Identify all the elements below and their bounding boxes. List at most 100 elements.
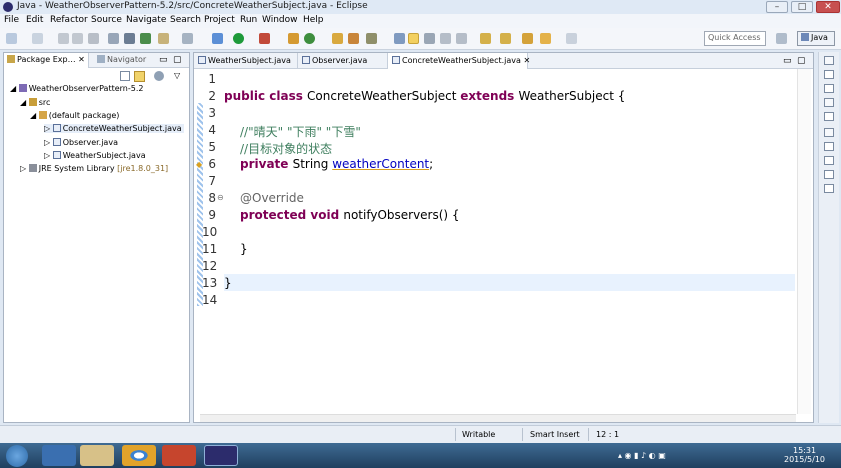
minimize-view-icon[interactable]: ▭ bbox=[783, 56, 792, 66]
file-explorer-icon[interactable] bbox=[80, 445, 114, 466]
menu-navigate[interactable]: Navigate bbox=[126, 15, 166, 25]
task-list-icon[interactable] bbox=[824, 70, 834, 79]
tree-item-default-package[interactable]: ◢ (default package) bbox=[30, 111, 119, 120]
menu-refactor[interactable]: Refactor bbox=[50, 15, 88, 25]
view-menu-icon[interactable]: ▽ bbox=[174, 71, 180, 80]
quick-access-input[interactable]: Quick Access bbox=[704, 31, 766, 46]
java-file-icon bbox=[302, 56, 310, 64]
link-with-editor-icon[interactable] bbox=[134, 71, 145, 82]
collapse-arrow-icon[interactable]: ▷ bbox=[44, 138, 50, 147]
new-class-icon[interactable] bbox=[304, 33, 315, 44]
menu-search[interactable]: Search bbox=[170, 15, 201, 25]
back-icon[interactable] bbox=[540, 33, 551, 44]
restore-icon[interactable] bbox=[824, 56, 834, 65]
tree-item-concrete-weather-subject[interactable]: ▷ ConcreteWeatherSubject.java bbox=[44, 124, 184, 133]
new-wizard-icon[interactable] bbox=[32, 33, 43, 44]
tray-icons[interactable]: ▴ ◉ ▮ ♪ ◐ ▣ bbox=[618, 451, 666, 460]
menu-source[interactable]: Source bbox=[91, 15, 122, 25]
next-annotation-icon[interactable] bbox=[480, 33, 491, 44]
new-java-project-icon[interactable] bbox=[288, 33, 299, 44]
collapse-all-icon[interactable] bbox=[120, 71, 130, 81]
start-icon[interactable] bbox=[6, 445, 28, 467]
system-clock[interactable]: 15:31 2015/5/10 bbox=[784, 446, 825, 464]
close-icon[interactable]: ✕ bbox=[78, 55, 85, 64]
block-selection-icon[interactable] bbox=[440, 33, 451, 44]
menu-edit[interactable]: Edit bbox=[26, 15, 43, 25]
show-whitespace-icon[interactable] bbox=[456, 33, 467, 44]
open-type-icon[interactable] bbox=[332, 33, 343, 44]
menu-help[interactable]: Help bbox=[303, 15, 324, 25]
java-perspective-button[interactable]: Java bbox=[797, 31, 835, 46]
tree-item-project[interactable]: ◢ WeatherObserverPattern-5.2 bbox=[10, 84, 143, 93]
print-icon[interactable] bbox=[88, 33, 99, 44]
collapse-arrow-icon[interactable]: ▷ bbox=[44, 124, 50, 133]
close-icon[interactable]: ✕ bbox=[523, 56, 530, 65]
prev-annotation-icon[interactable] bbox=[500, 33, 511, 44]
debug-icon[interactable] bbox=[212, 33, 223, 44]
filter-icon[interactable] bbox=[154, 71, 164, 81]
menu-window[interactable]: Window bbox=[262, 15, 298, 25]
run-icon[interactable] bbox=[233, 33, 244, 44]
menu-run[interactable]: Run bbox=[240, 15, 257, 25]
outline-icon[interactable] bbox=[824, 84, 834, 93]
tab-concrete-weather-subject[interactable]: ConcreteWeatherSubject.java ✕ bbox=[388, 53, 530, 69]
hierarchy-icon[interactable] bbox=[824, 112, 834, 121]
maximize-view-icon[interactable]: ▢ bbox=[797, 56, 806, 66]
fold-toggle-icon[interactable]: ⊖ bbox=[217, 193, 224, 202]
tab-observer[interactable]: Observer.java bbox=[298, 53, 388, 69]
chrome-icon[interactable] bbox=[122, 445, 156, 466]
collapse-arrow-icon[interactable]: ▷ bbox=[20, 164, 26, 173]
package-explorer-tabs: Package Exp… ✕ Navigator ▭ ▢ bbox=[4, 53, 189, 68]
save-all-icon[interactable] bbox=[72, 33, 83, 44]
expand-arrow-icon[interactable]: ◢ bbox=[20, 98, 26, 107]
powerpoint-icon[interactable] bbox=[162, 445, 196, 466]
declaration-icon[interactable] bbox=[824, 170, 834, 179]
tree-item-observer[interactable]: ▷ Observer.java bbox=[44, 138, 118, 147]
restore-icon[interactable] bbox=[824, 128, 834, 137]
open-perspective-icon[interactable] bbox=[776, 33, 787, 44]
tree-item-weather-subject[interactable]: ▷ WeatherSubject.java bbox=[44, 151, 146, 160]
task-icon[interactable] bbox=[158, 33, 169, 44]
horizontal-scrollbar[interactable] bbox=[200, 414, 796, 422]
minimize-view-icon[interactable]: ▭ bbox=[159, 55, 168, 65]
mark-occurrences-icon[interactable] bbox=[408, 33, 419, 44]
javadoc-icon[interactable] bbox=[824, 156, 834, 165]
restore-icon[interactable] bbox=[824, 98, 834, 107]
last-edit-icon[interactable] bbox=[522, 33, 533, 44]
console-icon[interactable] bbox=[824, 184, 834, 193]
menu-file[interactable]: File bbox=[4, 15, 19, 25]
vertical-scrollbar[interactable] bbox=[797, 69, 811, 414]
external-tools-icon[interactable] bbox=[259, 33, 270, 44]
menu-project[interactable]: Project bbox=[204, 15, 235, 25]
toggle-mark-icon[interactable] bbox=[108, 33, 119, 44]
problems-icon[interactable] bbox=[824, 142, 834, 151]
open-task-icon[interactable] bbox=[348, 33, 359, 44]
taskbar-app-icon[interactable] bbox=[42, 445, 76, 466]
maximize-button[interactable]: □ bbox=[791, 1, 813, 13]
tab-package-explorer[interactable]: Package Exp… ✕ bbox=[4, 53, 89, 68]
eclipse-taskbar-icon[interactable] bbox=[204, 445, 238, 466]
new-icon[interactable] bbox=[6, 33, 17, 44]
save-icon[interactable] bbox=[58, 33, 69, 44]
warning-icon[interactable]: ◆ bbox=[196, 160, 202, 169]
build-icon[interactable] bbox=[140, 33, 151, 44]
search-icon[interactable] bbox=[366, 33, 377, 44]
status-separator bbox=[455, 428, 456, 441]
collapse-arrow-icon[interactable]: ▷ bbox=[44, 151, 50, 160]
tree-item-jre-library[interactable]: ▷ JRE System Library [jre1.8.0_31] bbox=[20, 164, 168, 173]
minimize-button[interactable]: – bbox=[766, 1, 788, 13]
tab-navigator[interactable]: Navigator bbox=[97, 55, 146, 64]
expand-arrow-icon[interactable]: ◢ bbox=[10, 84, 16, 93]
tree-item-src[interactable]: ◢ src bbox=[20, 98, 50, 107]
close-button[interactable]: ✕ bbox=[816, 1, 840, 13]
code-editor[interactable]: 1 2 3 4 5 6 7 8 9 10 11 12 13 14 ◆ ⊖ pub… bbox=[194, 69, 813, 414]
terminal-icon[interactable] bbox=[182, 33, 193, 44]
word-wrap-icon[interactable] bbox=[424, 33, 435, 44]
expand-arrow-icon[interactable]: ◢ bbox=[30, 111, 36, 120]
forward-icon[interactable] bbox=[566, 33, 577, 44]
annotation-next-icon[interactable] bbox=[394, 33, 405, 44]
tab-weather-subject[interactable]: WeatherSubject.java bbox=[194, 53, 298, 69]
maximize-view-icon[interactable]: ▢ bbox=[173, 55, 182, 65]
code-line-4: //"晴天" "下雨" "下雪" bbox=[240, 125, 361, 139]
link-icon[interactable] bbox=[124, 33, 135, 44]
